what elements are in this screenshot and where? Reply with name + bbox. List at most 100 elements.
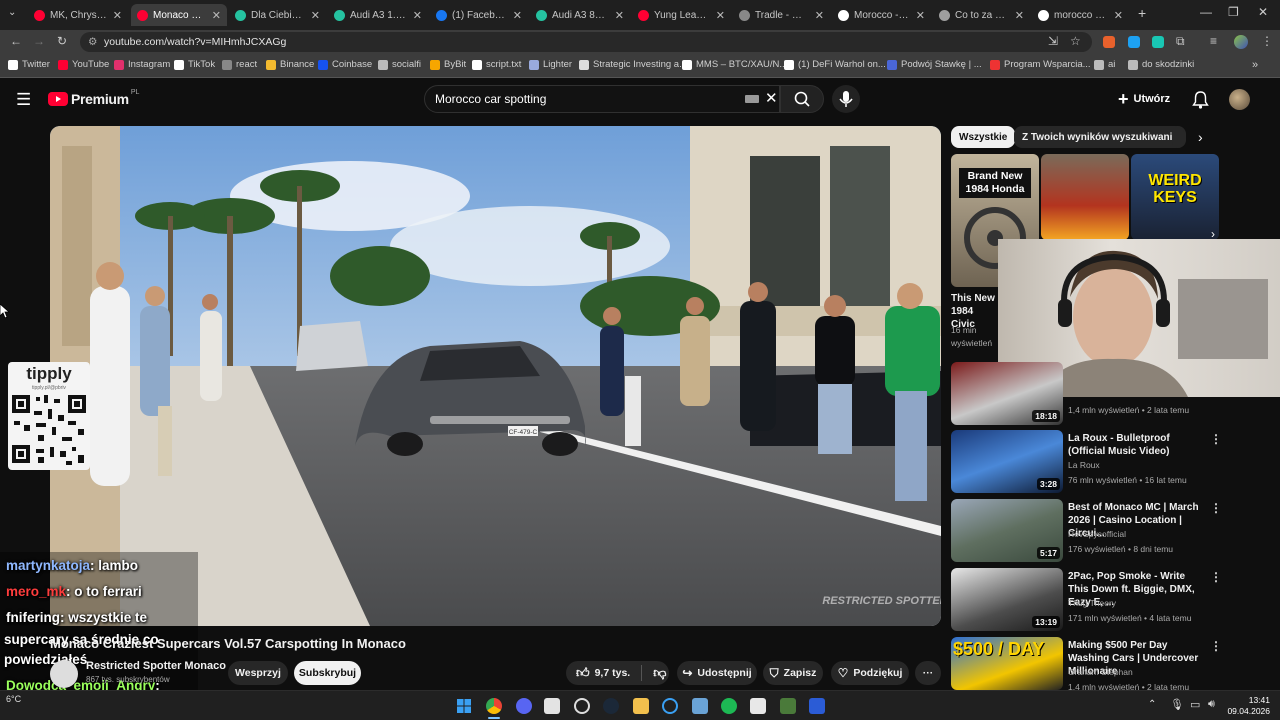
share-button[interactable]: ↪ Udostępnij <box>677 661 757 685</box>
account-avatar[interactable] <box>1229 89 1250 110</box>
bookmark-item[interactable]: Instagram <box>114 59 170 70</box>
subscribe-button[interactable]: Subskrybuj <box>294 661 361 685</box>
volume-tray-icon[interactable]: 🔊︎ <box>1208 698 1215 711</box>
related-thumbnail[interactable]: 18:18 <box>951 362 1063 425</box>
more-actions-button[interactable]: ··· <box>915 661 941 685</box>
profile-avatar[interactable] <box>1234 35 1248 49</box>
related-menu-icon[interactable]: ⋮ <box>1210 501 1222 515</box>
tab-close-icon[interactable]: ✕ <box>615 9 624 22</box>
bookmarks-overflow-icon[interactable]: » <box>1252 59 1258 71</box>
bookmark-item[interactable]: Binance <box>266 59 314 70</box>
short-thumb-2[interactable] <box>1041 154 1129 240</box>
browser-tab[interactable]: morocco - Szu ✕ <box>1032 4 1129 26</box>
browser-tab[interactable]: MK, Chrystal - ✕ <box>28 4 128 26</box>
bookmark-item[interactable]: (1) DeFi Warhol on... <box>784 59 886 70</box>
extension-teal-icon[interactable] <box>1152 36 1164 48</box>
install-icon[interactable]: ⇲ <box>1048 34 1058 48</box>
support-button[interactable]: Wesprzyj <box>228 661 288 685</box>
microphone-tray-icon[interactable]: 🎙︎ <box>1170 698 1184 711</box>
tab-close-icon[interactable]: ✕ <box>916 9 925 22</box>
like-button[interactable]: 👍︎ 9,7 tys. <box>576 665 630 681</box>
bookmark-item[interactable]: react <box>222 59 257 70</box>
minimize-icon[interactable]: — <box>1200 5 1212 19</box>
bookmark-item[interactable]: Lighter <box>529 59 572 70</box>
site-info-icon[interactable]: ⚙ <box>88 32 97 52</box>
short-thumb-3[interactable]: WEIRD KEYS <box>1131 154 1219 240</box>
photos-icon[interactable] <box>750 698 766 714</box>
bookmark-item[interactable]: ByBit <box>430 59 466 70</box>
tab-close-icon[interactable]: ✕ <box>212 9 221 22</box>
tab-close-icon[interactable]: ✕ <box>1015 9 1024 22</box>
new-tab-icon[interactable]: + <box>1138 5 1146 21</box>
obs-icon[interactable] <box>574 698 590 714</box>
related-menu-icon[interactable]: ⋮ <box>1210 432 1222 446</box>
video-player[interactable]: CF-479-C RESTRICTED SPOTTER <box>50 126 941 626</box>
tab-close-icon[interactable]: ✕ <box>716 9 725 22</box>
bookmark-item[interactable]: YouTube <box>58 59 109 70</box>
browser-tab[interactable]: Dla Ciebie wsz ✕ <box>229 4 326 26</box>
windows-start-icon[interactable] <box>456 698 472 714</box>
steam-icon[interactable] <box>603 698 619 714</box>
bookmark-item[interactable]: script.txt <box>472 59 521 70</box>
reload-icon[interactable]: ↻ <box>57 34 67 48</box>
extension-metamask-icon[interactable] <box>1103 36 1115 48</box>
spotify-icon[interactable] <box>721 698 737 714</box>
chips-next-icon[interactable]: › <box>1198 129 1203 145</box>
bookmark-item[interactable]: ai <box>1094 59 1115 70</box>
restore-icon[interactable]: ❐ <box>1228 5 1239 19</box>
network-tray-icon[interactable]: ▭ <box>1190 698 1200 711</box>
tab-close-icon[interactable]: ✕ <box>1114 9 1123 22</box>
browser-tab[interactable]: (1) Facebook ✕ <box>430 4 528 26</box>
thanks-button[interactable]: ♡ Podziękuj <box>831 661 909 685</box>
close-window-icon[interactable]: ✕ <box>1258 5 1268 19</box>
tab-close-icon[interactable]: ✕ <box>513 9 522 22</box>
related-channel[interactable]: RevSpysofficial <box>1068 529 1126 539</box>
related-channel[interactable]: La Roux <box>1068 460 1100 470</box>
related-thumbnail[interactable]: 3:28 <box>951 430 1063 493</box>
discord-icon[interactable] <box>516 698 532 714</box>
bookmark-item[interactable]: TikTok <box>174 59 215 70</box>
minecraft-icon[interactable] <box>780 698 796 714</box>
back-icon[interactable]: ← <box>10 34 22 48</box>
bookmark-item[interactable]: MMS – BTC/XAU/N... <box>682 59 787 70</box>
thumbs-down-icon[interactable]: 👎︎ <box>653 665 666 681</box>
browser-tab[interactable]: Yung Lean - Yo ✕ <box>632 4 731 26</box>
related-thumbnail[interactable]: 5:17 <box>951 499 1063 562</box>
bookmark-item[interactable]: Coinbase <box>318 59 372 70</box>
browser-tab[interactable]: Audi A3 1.8 Tu ✕ <box>328 4 428 26</box>
chrome-taskbar-icon[interactable] <box>486 698 502 714</box>
search-input[interactable]: Morocco car spotting ✕ <box>424 85 780 113</box>
bookmark-item[interactable]: Twitter <box>8 59 50 70</box>
file-explorer-icon[interactable] <box>633 698 649 714</box>
weather-temp[interactable]: 6°C <box>6 694 21 704</box>
save-button[interactable]: ⛉ Zapisz <box>763 661 823 685</box>
channel-name[interactable]: Restricted Spotter Monaco <box>86 660 226 672</box>
create-button[interactable]: + Utwórz <box>1118 85 1170 113</box>
tab-close-icon[interactable]: ✕ <box>113 9 122 22</box>
extension-blue-icon[interactable] <box>1128 36 1140 48</box>
tray-expand-icon[interactable]: ⌃ <box>1148 699 1156 710</box>
related-title[interactable]: La Roux - Bulletproof (Official Music Vi… <box>1068 432 1206 458</box>
related-channel[interactable]: Graham Stephan <box>1068 667 1133 677</box>
tab-close-icon[interactable]: ✕ <box>815 9 824 22</box>
bookmark-item[interactable]: Podwój Stawkę | ... <box>887 59 982 70</box>
youtube-premium-logo[interactable]: Premium PL <box>48 89 139 107</box>
menu-hamburger-icon[interactable]: ☰ <box>16 90 31 110</box>
related-menu-icon[interactable]: ⋮ <box>1210 639 1222 653</box>
bookmark-item[interactable]: do skodzinki <box>1128 59 1194 70</box>
bookmark-star-icon[interactable]: ☆ <box>1070 34 1081 48</box>
bookmark-item[interactable]: Program Wsparcia... <box>990 59 1091 70</box>
tab-close-icon[interactable]: ✕ <box>413 9 422 22</box>
browser-tab[interactable]: Audi A3 8L po ✕ <box>530 4 630 26</box>
address-bar[interactable]: ⚙ youtube.com/watch?v=MIHmhJCXAGg <box>80 32 1092 52</box>
related-channel[interactable]: Thug Theory <box>1068 598 1116 608</box>
remote-app-icon[interactable] <box>809 698 825 714</box>
browser-tab[interactable]: Morocco - Szu ✕ <box>832 4 931 26</box>
keyboard-icon[interactable] <box>745 95 759 103</box>
reading-list-icon[interactable]: ≡ <box>1210 34 1217 48</box>
ccleaner-icon[interactable] <box>662 698 678 714</box>
related-thumbnail[interactable]: 13:19 <box>951 568 1063 631</box>
channel-avatar[interactable] <box>50 660 78 688</box>
browser-tab[interactable]: Tradle - Guess ✕ <box>733 4 830 26</box>
notifications-bell-icon[interactable] <box>1192 91 1209 109</box>
